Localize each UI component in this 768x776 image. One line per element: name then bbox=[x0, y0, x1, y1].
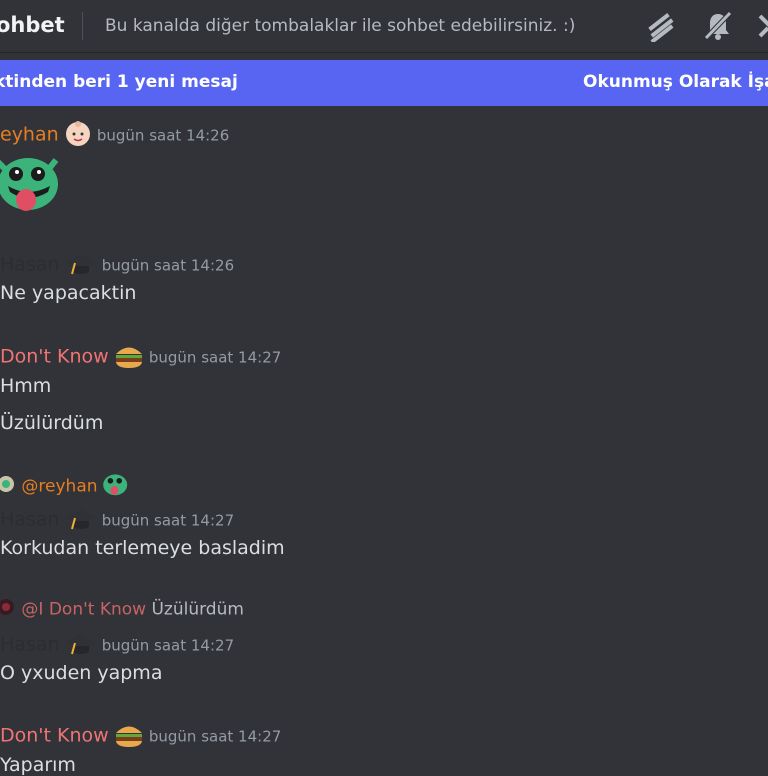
timestamp: bugün saat 14:27 bbox=[148, 727, 282, 746]
reply-username[interactable]: @reyhan bbox=[21, 477, 97, 497]
reply-reference[interactable]: @I Don't Know Üzülürdüm bbox=[0, 597, 244, 622]
message-content: Yaparım bbox=[0, 754, 76, 776]
message-header: Hasan bugün saat 14:26 bbox=[0, 250, 234, 282]
new-messages-bar[interactable]: ktinden beri 1 yeni mesaj Okunmuş Olarak… bbox=[0, 60, 768, 106]
message-header: Don't Know bugün saat 14:27 bbox=[0, 722, 281, 752]
channel-name: ohbet bbox=[0, 13, 65, 37]
new-messages-count: ktinden beri 1 yeni mesaj bbox=[0, 72, 238, 92]
channel-topic[interactable]: Bu kanalda diğer tombalaklar ile sohbet … bbox=[105, 16, 575, 36]
baby-face-icon bbox=[64, 120, 92, 152]
username[interactable]: Don't Know bbox=[0, 725, 109, 747]
username[interactable]: Hasan bbox=[0, 634, 60, 656]
message-header: Hasan bugün saat 14:27 bbox=[0, 630, 234, 662]
message-header: Don't Know bugün saat 14:27 bbox=[0, 343, 281, 373]
graduation-cap-icon bbox=[65, 250, 97, 282]
reply-avatar-icon bbox=[0, 474, 16, 499]
mark-as-read-button[interactable]: Okunmuş Olarak İşare bbox=[583, 72, 768, 92]
message-content: O yxuden yapma bbox=[0, 662, 163, 684]
goblin-tongue-emoji-icon bbox=[0, 152, 62, 216]
graduation-cap-icon bbox=[65, 630, 97, 662]
username[interactable]: Don't Know bbox=[0, 346, 109, 368]
timestamp: bugün saat 14:27 bbox=[101, 636, 235, 655]
username[interactable]: Hasan bbox=[0, 509, 60, 531]
mute-bell-icon[interactable] bbox=[700, 8, 736, 44]
message-content: Üzülürdüm bbox=[0, 412, 104, 434]
message-content: Korkudan terlemeye basladim bbox=[0, 537, 285, 559]
channel-header: ohbet Bu kanalda diğer tombalaklar ile s… bbox=[0, 0, 768, 53]
message-content: Ne yapacaktin bbox=[0, 282, 137, 304]
timestamp: bugün saat 14:27 bbox=[148, 348, 282, 367]
graduation-cap-icon bbox=[65, 505, 97, 537]
timestamp: bugün saat 14:27 bbox=[101, 511, 235, 530]
reply-text[interactable]: Üzülürdüm bbox=[151, 600, 243, 620]
threads-icon[interactable] bbox=[643, 8, 679, 44]
message-header: Hasan bugün saat 14:27 bbox=[0, 505, 234, 537]
goblin-tongue-emoji-icon bbox=[103, 472, 129, 501]
hamburger-icon bbox=[114, 722, 144, 752]
message-header: eyhan bugün saat 14:26 bbox=[0, 120, 229, 152]
username[interactable]: eyhan bbox=[0, 124, 59, 146]
timestamp: bugün saat 14:26 bbox=[101, 256, 235, 275]
pin-icon[interactable] bbox=[752, 8, 768, 44]
header-divider bbox=[82, 12, 83, 40]
reply-reference[interactable]: @reyhan bbox=[0, 472, 129, 501]
reply-username[interactable]: @I Don't Know bbox=[21, 600, 146, 620]
hamburger-icon bbox=[114, 343, 144, 373]
timestamp: bugün saat 14:26 bbox=[96, 126, 230, 145]
message-content: Hmm bbox=[0, 375, 52, 397]
reply-avatar-icon bbox=[0, 597, 16, 622]
username[interactable]: Hasan bbox=[0, 254, 60, 276]
